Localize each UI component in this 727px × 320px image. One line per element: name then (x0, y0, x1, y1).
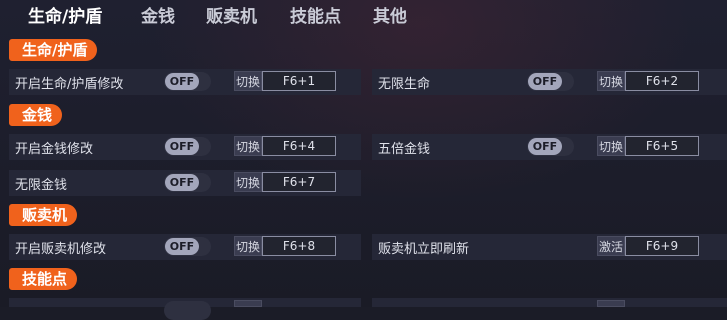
option-row-infinite-money: 无限金钱 OFF 切换 F6+7 (9, 170, 361, 196)
option-label: 无限金钱 (15, 178, 68, 193)
toggle-state: OFF (528, 138, 562, 155)
switch-button[interactable]: 切换 (597, 71, 625, 91)
tab-other[interactable]: 其他 (373, 2, 407, 27)
option-label: 无限生命 (378, 77, 431, 92)
toggle-five-x-money[interactable]: OFF (527, 137, 574, 156)
hotkey-field[interactable]: F6+8 (262, 236, 336, 256)
option-row-health-mod: 开启生命/护盾修改 OFF 切换 F6+1 (9, 69, 361, 95)
toggle-health-mod[interactable]: OFF (164, 72, 211, 91)
toggle-infinite-money[interactable]: OFF (164, 173, 211, 192)
switch-button[interactable]: 切换 (234, 172, 262, 192)
option-row-vending-refresh: 贩卖机立即刷新 激活 F6+9 (372, 234, 727, 260)
tab-money[interactable]: 金钱 (141, 2, 175, 27)
option-label: 五倍金钱 (378, 142, 431, 157)
section-header-skill-points: 技能点 (9, 268, 78, 290)
option-label: 开启金钱修改 (15, 142, 94, 157)
option-row-vending-mod: 开启贩卖机修改 OFF 切换 F6+8 (9, 234, 361, 260)
tab-health-shield[interactable]: 生命/护盾 (28, 2, 102, 27)
hotkey-field[interactable]: F6+5 (625, 136, 699, 156)
hotkey-field[interactable]: F6+9 (625, 236, 699, 256)
section-header-money: 金钱 (9, 104, 63, 126)
toggle-partial[interactable] (164, 301, 211, 320)
tab-bar: 生命/护盾 金钱 贩卖机 技能点 其他 (0, 0, 727, 27)
toggle-state: OFF (165, 238, 199, 255)
option-row-money-mod: 开启金钱修改 OFF 切换 F6+4 (9, 134, 361, 160)
toggle-state: OFF (165, 174, 199, 191)
tab-skill-points[interactable]: 技能点 (290, 2, 341, 27)
option-row-partial-right (372, 298, 727, 307)
toggle-infinite-health[interactable]: OFF (527, 72, 574, 91)
switch-button[interactable]: 切换 (597, 136, 625, 156)
hotkey-field[interactable]: F6+4 (262, 136, 336, 156)
toggle-money-mod[interactable]: OFF (164, 137, 211, 156)
hotkey-field[interactable]: F6+7 (262, 172, 336, 192)
switch-button-partial[interactable] (597, 300, 625, 307)
toggle-state: OFF (165, 73, 199, 90)
switch-button[interactable]: 切换 (234, 236, 262, 256)
section-header-vending-machine: 贩卖机 (9, 204, 78, 226)
toggle-state: OFF (528, 73, 562, 90)
hotkey-field[interactable]: F6+2 (625, 71, 699, 91)
toggle-vending-mod[interactable]: OFF (164, 237, 211, 256)
option-row-five-x-money: 五倍金钱 OFF 切换 F6+5 (372, 134, 727, 160)
option-label: 开启生命/护盾修改 (15, 77, 124, 92)
section-header-health-shield: 生命/护盾 (9, 39, 98, 61)
option-label: 贩卖机立即刷新 (378, 242, 470, 257)
switch-button[interactable]: 切换 (234, 71, 262, 91)
activate-button[interactable]: 激活 (597, 236, 625, 256)
toggle-state: OFF (165, 138, 199, 155)
tab-vending-machine[interactable]: 贩卖机 (206, 2, 257, 27)
switch-button[interactable]: 切换 (234, 136, 262, 156)
option-label: 开启贩卖机修改 (15, 242, 107, 257)
hotkey-field[interactable]: F6+1 (262, 71, 336, 91)
switch-button-partial[interactable] (234, 300, 262, 307)
option-row-partial (9, 298, 361, 320)
option-row-infinite-health: 无限生命 OFF 切换 F6+2 (372, 69, 727, 95)
